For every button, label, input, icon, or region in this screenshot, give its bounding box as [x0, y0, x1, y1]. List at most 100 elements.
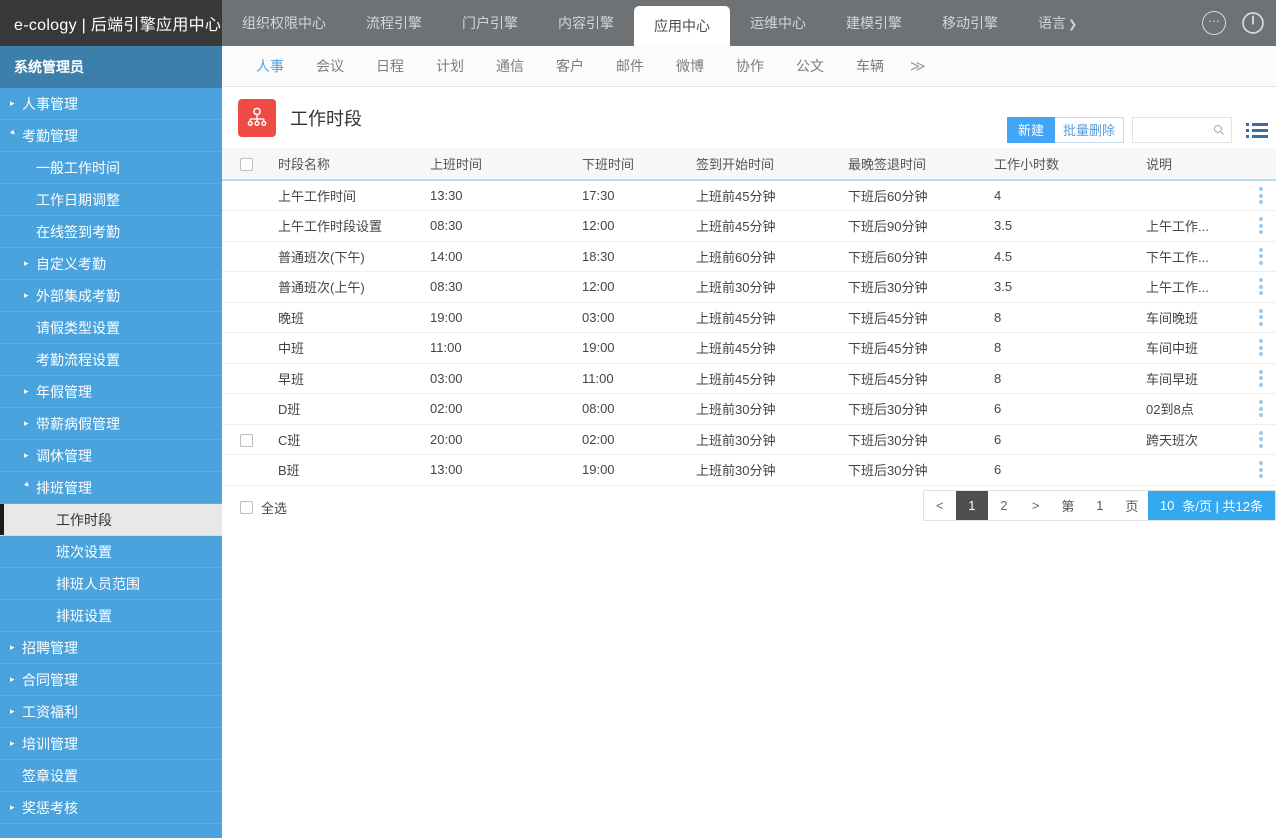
sidebar-item-12[interactable]: ▸ 排班管理: [0, 472, 222, 504]
search-icon[interactable]: [1213, 123, 1225, 137]
engine-tab-5[interactable]: 运维中心: [730, 0, 826, 46]
sub-tab-9[interactable]: 公文: [780, 46, 840, 86]
table-row[interactable]: 普通班次(上午) 08:30 12:00 上班前30分钟 下班后30分钟 3.5 上午工作.…: [222, 271, 1276, 303]
more-vertical-icon[interactable]: [1246, 278, 1276, 296]
col-header-hours[interactable]: 工作小时数: [994, 148, 1146, 181]
engine-tab-7[interactable]: 移动引擎: [922, 0, 1018, 46]
table-row[interactable]: C班 20:00 02:00 上班前30分钟 下班后30分钟 6 跨天班次: [222, 424, 1276, 455]
jump-page-input[interactable]: 1: [1083, 490, 1116, 520]
sidebar-item-8[interactable]: 考勤流程设置: [0, 344, 222, 376]
sidebar-item-2[interactable]: 一般工作时间: [0, 152, 222, 184]
col-header-sign-in[interactable]: 签到开始时间: [696, 148, 848, 181]
sidebar-item-16[interactable]: 排班设置: [0, 600, 222, 632]
col-header-off-time[interactable]: 下班时间: [582, 148, 696, 181]
sub-tab-7[interactable]: 微博: [660, 46, 720, 86]
sub-tab-more-icon[interactable]: ≫: [900, 57, 936, 75]
page-button-2[interactable]: 2: [987, 490, 1020, 520]
more-vertical-icon[interactable]: [1246, 187, 1276, 204]
page-next-button[interactable]: >: [1019, 490, 1052, 520]
sub-tab-5[interactable]: 客户: [540, 46, 600, 86]
row-checkbox[interactable]: [240, 433, 253, 447]
row-actions-cell[interactable]: [1246, 210, 1276, 242]
sub-tab-1[interactable]: 会议: [300, 46, 360, 86]
header-checkbox[interactable]: [240, 158, 253, 172]
row-checkbox-cell[interactable]: [222, 241, 278, 272]
more-vertical-icon[interactable]: [1246, 461, 1276, 479]
engine-tab-8[interactable]: 语言 ❯: [1018, 0, 1097, 46]
row-actions-cell[interactable]: [1246, 271, 1276, 303]
table-row[interactable]: D班 02:00 08:00 上班前30分钟 下班后30分钟 6 02到8点: [222, 393, 1276, 425]
sidebar-item-21[interactable]: 签章设置: [0, 760, 222, 792]
more-vertical-icon[interactable]: [1246, 369, 1276, 387]
sub-tab-4[interactable]: 通信: [480, 46, 540, 86]
sidebar-item-3[interactable]: 工作日期调整: [0, 184, 222, 216]
page-size-selector[interactable]: 10 条/页 | 共12条: [1147, 490, 1275, 520]
engine-tab-3[interactable]: 内容引擎: [538, 0, 634, 46]
more-vertical-icon[interactable]: [1246, 308, 1276, 326]
sub-tab-10[interactable]: 车辆: [840, 46, 900, 86]
col-header-on-time[interactable]: 上班时间: [430, 148, 582, 181]
sidebar-item-10[interactable]: ▸ 带薪病假管理: [0, 408, 222, 440]
sidebar-item-1[interactable]: ▸ 考勤管理: [0, 120, 222, 152]
engine-tab-0[interactable]: 组织权限中心: [222, 0, 346, 46]
table-row[interactable]: 早班 03:00 11:00 上班前45分钟 下班后45分钟 8 车间早班: [222, 363, 1276, 394]
sub-tab-8[interactable]: 协作: [720, 46, 780, 86]
more-options-icon[interactable]: ⋯: [1202, 11, 1226, 35]
sidebar-item-13[interactable]: 工作时段: [0, 504, 222, 536]
list-view-icon[interactable]: [1246, 122, 1268, 138]
sidebar-item-7[interactable]: 请假类型设置: [0, 312, 222, 344]
table-row[interactable]: 上午工作时间 13:30 17:30 上班前45分钟 下班后60分钟 4: [222, 180, 1276, 211]
row-checkbox-cell[interactable]: [222, 210, 278, 242]
sidebar-item-22[interactable]: ▸ 奖惩考核: [0, 792, 222, 824]
search-box[interactable]: [1132, 117, 1232, 143]
page-button-1[interactable]: 1: [955, 490, 988, 520]
row-actions-cell[interactable]: [1246, 302, 1276, 333]
sidebar-item-4[interactable]: 在线签到考勤: [0, 216, 222, 248]
row-actions-cell[interactable]: [1246, 454, 1276, 486]
sidebar-item-9[interactable]: ▸ 年假管理: [0, 376, 222, 408]
batch-delete-button[interactable]: 批量删除: [1054, 117, 1124, 143]
sidebar-item-0[interactable]: ▸ 人事管理: [0, 88, 222, 120]
sidebar-item-20[interactable]: ▸ 培训管理: [0, 728, 222, 760]
more-vertical-icon[interactable]: [1246, 247, 1276, 265]
row-actions-cell[interactable]: [1246, 332, 1276, 364]
sub-tab-2[interactable]: 日程: [360, 46, 420, 86]
col-header-desc[interactable]: 说明: [1146, 148, 1246, 181]
row-checkbox-cell[interactable]: [222, 424, 278, 455]
more-vertical-icon[interactable]: [1246, 339, 1276, 357]
sidebar-item-19[interactable]: ▸ 工资福利: [0, 696, 222, 728]
row-actions-cell[interactable]: [1246, 363, 1276, 394]
row-checkbox-cell[interactable]: [222, 363, 278, 394]
sidebar-item-17[interactable]: ▸ 招聘管理: [0, 632, 222, 664]
row-checkbox-cell[interactable]: [222, 332, 278, 364]
engine-tab-1[interactable]: 流程引擎: [346, 0, 442, 46]
new-button[interactable]: 新建: [1006, 117, 1055, 143]
row-checkbox-cell[interactable]: [222, 302, 278, 333]
sub-tab-6[interactable]: 邮件: [600, 46, 660, 86]
table-row[interactable]: 普通班次(下午) 14:00 18:30 上班前60分钟 下班后60分钟 4.5 下午工作.…: [222, 241, 1276, 272]
engine-tab-4[interactable]: 应用中心: [634, 6, 730, 46]
row-checkbox-cell[interactable]: [222, 180, 278, 211]
more-vertical-icon[interactable]: [1246, 400, 1276, 418]
sidebar-item-15[interactable]: 排班人员范围: [0, 568, 222, 600]
sidebar-item-6[interactable]: ▸ 外部集成考勤: [0, 280, 222, 312]
row-actions-cell[interactable]: [1246, 424, 1276, 455]
select-all-control[interactable]: 全选: [240, 498, 287, 517]
col-header-sign-out[interactable]: 最晚签退时间: [848, 148, 994, 181]
sidebar-item-14[interactable]: 班次设置: [0, 536, 222, 568]
more-vertical-icon[interactable]: [1246, 217, 1276, 235]
row-actions-cell[interactable]: [1246, 180, 1276, 211]
search-input[interactable]: [1139, 123, 1213, 137]
table-row[interactable]: 上午工作时段设置 08:30 12:00 上班前45分钟 下班后90分钟 3.5 上午工作.…: [222, 210, 1276, 242]
power-icon[interactable]: [1240, 10, 1266, 36]
chevron-right-icon[interactable]: ❯: [1068, 19, 1077, 31]
engine-tab-2[interactable]: 门户引擎: [442, 0, 538, 46]
row-checkbox-cell[interactable]: [222, 393, 278, 425]
sub-tab-0[interactable]: 人事: [240, 46, 300, 86]
sidebar-item-5[interactable]: ▸ 自定义考勤: [0, 248, 222, 280]
row-checkbox-cell[interactable]: [222, 271, 278, 303]
row-actions-cell[interactable]: [1246, 241, 1276, 272]
sidebar-item-11[interactable]: ▸ 调休管理: [0, 440, 222, 472]
row-actions-cell[interactable]: [1246, 393, 1276, 425]
page-prev-button[interactable]: <: [923, 490, 956, 520]
